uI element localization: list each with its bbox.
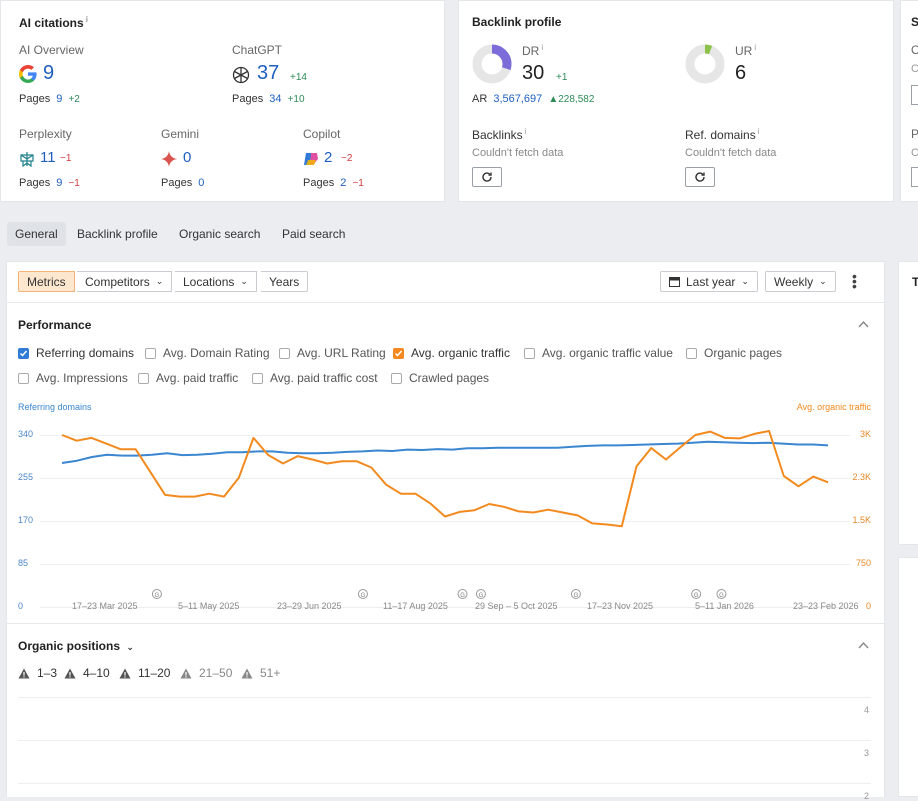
gridline	[18, 783, 871, 784]
position-range-label: 4–10	[83, 666, 110, 680]
chevron-up-icon[interactable]	[858, 638, 869, 652]
svg-text:G: G	[574, 593, 579, 599]
y-tick: 2	[864, 791, 870, 801]
chevron-down-icon: ⌄	[126, 642, 134, 652]
annotation-marker[interactable]: G	[151, 589, 162, 600]
svg-text:G: G	[694, 593, 699, 599]
warning-icon	[241, 668, 253, 678]
annotation-marker[interactable]: G	[457, 589, 468, 600]
svg-text:G: G	[460, 593, 465, 599]
position-range-label: 21–50	[199, 666, 233, 680]
svg-text:G: G	[479, 593, 484, 599]
annotation-marker[interactable]: G	[357, 589, 368, 600]
y-tick: 4	[864, 705, 870, 715]
gridline	[18, 740, 871, 741]
position-range-toggle[interactable]: 1–3	[18, 666, 57, 680]
position-range-label: 51+	[260, 666, 281, 680]
organic-positions-title[interactable]: Organic positions ⌄	[18, 639, 134, 653]
series-line[interactable]	[61, 440, 829, 464]
divider	[6, 623, 885, 624]
position-range-toggle[interactable]: 21–50	[180, 666, 232, 680]
position-range-label: 11–20	[138, 666, 171, 680]
series-line[interactable]	[61, 430, 829, 528]
svg-text:G: G	[361, 593, 366, 599]
annotation-marker[interactable]: G	[716, 589, 727, 600]
warning-icon	[18, 668, 30, 678]
position-range-toggle[interactable]: 11–20	[119, 666, 170, 680]
svg-text:G: G	[155, 593, 160, 599]
svg-text:G: G	[719, 593, 724, 599]
warning-icon	[180, 668, 192, 678]
y-tick: 3	[864, 748, 870, 758]
position-range-toggle[interactable]: 4–10	[64, 666, 110, 680]
annotation-marker[interactable]: G	[570, 589, 581, 600]
warning-icon	[64, 668, 76, 678]
annotation-marker[interactable]: G	[691, 589, 702, 600]
position-range-label: 1–3	[37, 666, 58, 680]
gridline	[18, 697, 871, 698]
position-range-toggle[interactable]: 51+	[241, 666, 280, 680]
annotation-marker[interactable]: G	[475, 589, 486, 600]
warning-icon	[119, 668, 131, 678]
